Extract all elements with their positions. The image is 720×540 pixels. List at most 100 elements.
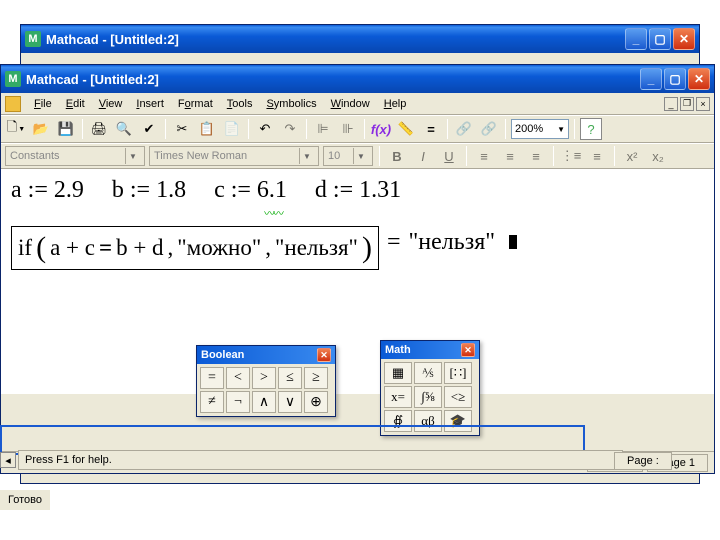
paste-button[interactable]: 📄 (221, 118, 243, 140)
boolean-op-3[interactable]: ≤ (278, 367, 302, 389)
math-palette-btn-0[interactable]: ▦ (384, 362, 412, 384)
app-icon: M (5, 71, 21, 87)
boolean-palette-title: Boolean (201, 349, 244, 361)
math-palette-close-button[interactable]: ✕ (461, 343, 475, 357)
worksheet[interactable]: a := 2.9 b := 1.8 c := 6.1 d := 1.31 〰〰 (1, 169, 714, 394)
boolean-op-9[interactable]: ⊕ (304, 391, 328, 413)
save-button[interactable]: 💾 (55, 118, 77, 140)
boolean-op-4[interactable]: ≥ (304, 367, 328, 389)
menu-window[interactable]: Window (324, 96, 377, 112)
document-icon (5, 96, 21, 112)
new-button[interactable]: 🗋▼ (5, 118, 27, 140)
style-combo[interactable]: Constants ▼ (5, 146, 145, 166)
boolean-op-6[interactable]: ¬ (226, 391, 250, 413)
function-button[interactable]: f(x) (370, 118, 392, 140)
zoom-value: 200% (515, 123, 543, 135)
boolean-palette[interactable]: Boolean ✕ =<>≤≥ ≠¬∧∨⊕ (196, 345, 336, 417)
redo-button[interactable]: ↷ (279, 118, 301, 140)
unit-button[interactable]: 📏 (395, 118, 417, 140)
superscript-button[interactable]: x² (621, 145, 643, 167)
scroll-left-icon[interactable]: ◂ (0, 452, 16, 468)
menubar: File Edit View Insert Format Tools Symbo… (1, 93, 714, 115)
font-value: Times New Roman (154, 150, 247, 162)
menu-help[interactable]: Help (377, 96, 414, 112)
underline-button[interactable]: U (438, 145, 460, 167)
doc-restore-button[interactable]: ❐ (680, 97, 694, 111)
boolean-op-7[interactable]: ∧ (252, 391, 276, 413)
print-button[interactable]: 🖨 (88, 118, 110, 140)
menu-symbolics[interactable]: Symbolics (259, 96, 323, 112)
def-b[interactable]: b := 1.8 (112, 177, 186, 204)
titlebar: M Mathcad - [Untitled:2] _ ▢ ✕ (1, 65, 714, 93)
bold-button[interactable]: B (386, 145, 408, 167)
help-button[interactable]: ? (580, 118, 602, 140)
ready-bar: Готово (0, 490, 50, 510)
boolean-palette-close-button[interactable]: ✕ (317, 348, 331, 362)
open-button[interactable]: 📂 (30, 118, 52, 140)
size-value: 10 (328, 150, 340, 162)
calculate-button[interactable]: = (420, 118, 442, 140)
minimize-button[interactable]: _ (640, 68, 662, 90)
copy-button[interactable]: 📋 (196, 118, 218, 140)
boolean-op-8[interactable]: ∨ (278, 391, 302, 413)
menu-view[interactable]: View (92, 96, 130, 112)
menu-file[interactable]: File (27, 96, 59, 112)
squiggle-underline-icon: 〰〰 (264, 205, 282, 221)
def-a[interactable]: a := 2.9 (11, 177, 84, 204)
math-palette-btn-4[interactable]: ∫⅝ (414, 386, 442, 408)
italic-button[interactable]: I (412, 145, 434, 167)
undo-button[interactable]: ↶ (254, 118, 276, 140)
cursor-icon (509, 235, 517, 249)
cut-button[interactable]: ✂ (171, 118, 193, 140)
if-expression-region[interactable]: if ( a + c = b + d , "можно" , "нельзя" … (11, 214, 704, 270)
math-palette-btn-5[interactable]: <≥ (444, 386, 472, 408)
align-right-button[interactable]: ≡ (525, 145, 547, 167)
def-d[interactable]: d := 1.31 (315, 177, 401, 204)
back-titlebar: M Mathcad - [Untitled:2] _ ▢ ✕ (21, 25, 699, 53)
menu-format[interactable]: Format (171, 96, 220, 112)
math-palette-btn-1[interactable]: ⅍ (414, 362, 442, 384)
doc-minimize-button[interactable]: _ (664, 97, 678, 111)
math-palette-title: Math (385, 344, 411, 356)
align-button[interactable]: ⊫ (312, 118, 334, 140)
boolean-op-1[interactable]: < (226, 367, 250, 389)
doc-close-button[interactable]: × (696, 97, 710, 111)
boolean-op-5[interactable]: ≠ (200, 391, 224, 413)
boolean-op-0[interactable]: = (200, 367, 224, 389)
def-c[interactable]: c := 6.1 (214, 177, 287, 204)
preview-button[interactable]: 🔍 (113, 118, 135, 140)
lower-statusbar: Press F1 for help. (18, 450, 623, 470)
minimize-button[interactable]: _ (625, 28, 647, 50)
zoom-combo[interactable]: 200% ▼ (511, 119, 569, 139)
font-combo[interactable]: Times New Roman ▼ (149, 146, 319, 166)
menu-tools[interactable]: Tools (220, 96, 260, 112)
bullets-button[interactable]: ⋮≡ (560, 145, 582, 167)
bold-equals-icon: = (99, 235, 112, 261)
component-button[interactable]: 🔗 (453, 118, 475, 140)
spellcheck-button[interactable]: ✔ (138, 118, 160, 140)
if-result: "нельзя" (409, 229, 496, 256)
math-palette-btn-2[interactable]: [∷] (444, 362, 472, 384)
math-palette[interactable]: Math ✕ ▦⅍[∷]x=∫⅝<≥∯αβ🎓 (380, 340, 480, 436)
status-help-text: Press F1 for help. (25, 454, 112, 466)
definitions-row: a := 2.9 b := 1.8 c := 6.1 d := 1.31 (11, 177, 704, 204)
subscript-button[interactable]: x₂ (647, 145, 669, 167)
component2-button[interactable]: 🔗 (478, 118, 500, 140)
maximize-button[interactable]: ▢ (664, 68, 686, 90)
maximize-button[interactable]: ▢ (649, 28, 671, 50)
style-value: Constants (10, 150, 60, 162)
menu-insert[interactable]: Insert (129, 96, 171, 112)
close-button[interactable]: ✕ (688, 68, 710, 90)
size-combo[interactable]: 10 ▼ (323, 146, 373, 166)
numbering-button[interactable]: ≡ (586, 145, 608, 167)
math-palette-btn-3[interactable]: x= (384, 386, 412, 408)
window-title: Mathcad - [Untitled:2] (26, 72, 640, 87)
main-toolbar: 🗋▼ 📂 💾 🖨 🔍 ✔ ✂ 📋 📄 ↶ ↷ ⊫ ⊪ f(x) 📏 = 🔗 🔗 … (1, 115, 714, 143)
menu-edit[interactable]: Edit (59, 96, 92, 112)
back-window-title: Mathcad - [Untitled:2] (46, 32, 625, 47)
boolean-op-2[interactable]: > (252, 367, 276, 389)
align-center-button[interactable]: ≡ (499, 145, 521, 167)
close-button[interactable]: ✕ (673, 28, 695, 50)
align-left-button[interactable]: ≡ (473, 145, 495, 167)
align2-button[interactable]: ⊪ (337, 118, 359, 140)
